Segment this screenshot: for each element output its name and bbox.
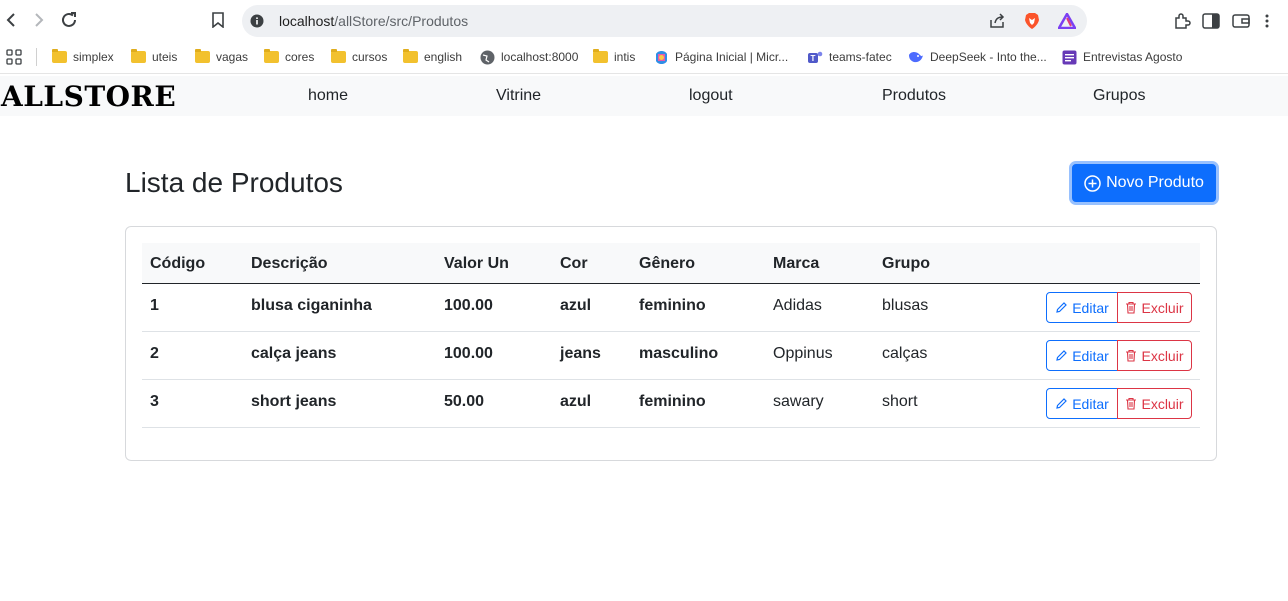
url-text[interactable]: localhost/allStore/src/Produtos xyxy=(279,13,468,29)
col-descricao: Descrição xyxy=(251,255,328,272)
col-grupo: Grupo xyxy=(882,255,930,272)
pencil-icon xyxy=(1056,350,1068,361)
bookmark-cores[interactable]: cores xyxy=(264,49,314,65)
bookmark-simplex[interactable]: simplex xyxy=(52,49,114,65)
bookmarks-divider xyxy=(36,48,37,66)
bookmark-deepseek[interactable]: DeepSeek - Into the... xyxy=(908,49,1047,65)
cell-codigo: 3 xyxy=(150,393,159,410)
browser-toolbar: localhost/allStore/src/Produtos xyxy=(0,0,1288,40)
cell-marca: sawary xyxy=(773,393,824,410)
teams-icon: T xyxy=(808,51,823,63)
folder-icon xyxy=(131,49,146,63)
pencil-icon xyxy=(1056,398,1068,409)
form-icon xyxy=(1062,50,1077,64)
brave-rewards-icon[interactable] xyxy=(1058,12,1076,30)
bookmark-intis[interactable]: intis xyxy=(593,49,635,65)
bookmark-english[interactable]: english xyxy=(403,49,462,65)
col-valor: Valor Un xyxy=(444,255,509,272)
col-cor: Cor xyxy=(560,255,588,272)
delete-button[interactable]: Excluir xyxy=(1117,388,1192,419)
copilot-icon xyxy=(656,50,667,64)
bookmark-teams-fatec[interactable]: T teams-fatec xyxy=(807,49,892,65)
svg-text:T: T xyxy=(811,54,816,63)
delete-button[interactable]: Excluir xyxy=(1117,340,1192,371)
cell-cor: azul xyxy=(560,297,592,314)
cell-valor: 100.00 xyxy=(444,345,493,362)
new-product-button[interactable]: Novo Produto xyxy=(1069,161,1219,205)
bookmark-cursos[interactable]: cursos xyxy=(331,49,387,65)
forward-icon[interactable] xyxy=(28,9,50,31)
folder-icon xyxy=(264,49,279,63)
plus-circle-icon xyxy=(1084,174,1101,192)
address-bar[interactable]: localhost/allStore/src/Produtos xyxy=(242,5,1087,37)
delete-button[interactable]: Excluir xyxy=(1117,292,1192,323)
table-row: 3 short jeans 50.00 azul feminino sawary… xyxy=(142,380,1200,428)
bookmark-vagas[interactable]: vagas xyxy=(195,49,248,65)
products-card: Código Descrição Valor Un Cor Gênero Mar… xyxy=(125,226,1217,461)
trash-icon xyxy=(1126,301,1137,314)
reload-icon[interactable] xyxy=(58,9,80,31)
nav-grupos[interactable]: Grupos xyxy=(1093,87,1145,105)
cell-marca: Oppinus xyxy=(773,345,833,362)
apps-icon[interactable] xyxy=(6,49,22,65)
folder-icon xyxy=(195,49,210,63)
cell-genero: feminino xyxy=(639,393,706,410)
cell-grupo: blusas xyxy=(882,297,929,314)
nav-home[interactable]: home xyxy=(308,87,348,105)
edit-button[interactable]: Editar xyxy=(1046,292,1118,323)
nav-vitrine[interactable]: Vitrine xyxy=(496,87,541,105)
site-info-icon[interactable] xyxy=(248,12,266,30)
cell-valor: 100.00 xyxy=(444,297,493,314)
cell-descricao: calça jeans xyxy=(251,345,337,362)
folder-icon xyxy=(52,49,67,63)
table-row: 2 calça jeans 100.00 jeans masculino Opp… xyxy=(142,332,1200,380)
back-icon[interactable] xyxy=(0,9,22,31)
page-title: Lista de Produtos xyxy=(125,167,343,198)
wallet-icon[interactable] xyxy=(1231,11,1251,31)
cell-valor: 50.00 xyxy=(444,393,485,410)
bookmark-uteis[interactable]: uteis xyxy=(131,49,177,65)
cell-grupo: short xyxy=(882,393,918,410)
folder-icon xyxy=(593,49,608,63)
edit-button[interactable]: Editar xyxy=(1046,388,1118,419)
bookmark-icon[interactable] xyxy=(207,9,229,31)
col-codigo: Código xyxy=(150,255,206,272)
cell-codigo: 2 xyxy=(150,345,159,362)
pencil-icon xyxy=(1056,302,1068,313)
share-icon[interactable] xyxy=(988,12,1006,30)
cell-genero: masculino xyxy=(639,345,719,362)
brave-shield-icon[interactable] xyxy=(1023,12,1041,30)
sidebar-icon[interactable] xyxy=(1201,11,1221,31)
edit-button[interactable]: Editar xyxy=(1046,340,1118,371)
bookmark-entrevistas-agosto[interactable]: Entrevistas Agosto xyxy=(1062,49,1182,65)
cell-grupo: calças xyxy=(882,345,928,362)
bookmark-localhost[interactable]: localhost:8000 xyxy=(480,49,578,65)
folder-icon xyxy=(331,49,346,63)
nav-logout[interactable]: logout xyxy=(689,87,733,105)
table-row: 1 blusa ciganinha 100.00 azul feminino A… xyxy=(142,284,1200,332)
col-marca: Marca xyxy=(773,255,820,272)
cell-cor: jeans xyxy=(560,345,601,362)
globe-icon xyxy=(480,50,495,64)
brand-logo[interactable]: ALLSTORE xyxy=(1,80,176,113)
deepseek-icon xyxy=(909,52,923,63)
menu-icon[interactable] xyxy=(1262,11,1272,31)
bookmarks-bar: simplex uteis vagas cores cursos english… xyxy=(0,40,1288,74)
cell-marca: Adidas xyxy=(773,297,822,314)
cell-cor: azul xyxy=(560,393,592,410)
table-header: Código Descrição Valor Un Cor Gênero Mar… xyxy=(142,243,1200,284)
app-navbar: ALLSTORE home Vitrine logout Produtos Gr… xyxy=(0,76,1288,116)
trash-icon xyxy=(1126,397,1137,410)
folder-icon xyxy=(403,49,418,63)
nav-produtos[interactable]: Produtos xyxy=(882,87,946,105)
cell-descricao: short jeans xyxy=(251,393,337,410)
trash-icon xyxy=(1126,349,1137,362)
extensions-icon[interactable] xyxy=(1172,11,1192,31)
cell-descricao: blusa ciganinha xyxy=(251,297,372,314)
cell-codigo: 1 xyxy=(150,297,159,314)
cell-genero: feminino xyxy=(639,297,706,314)
col-genero: Gênero xyxy=(639,255,696,272)
bookmark-pagina-inicial[interactable]: Página Inicial | Micr... xyxy=(654,49,788,65)
